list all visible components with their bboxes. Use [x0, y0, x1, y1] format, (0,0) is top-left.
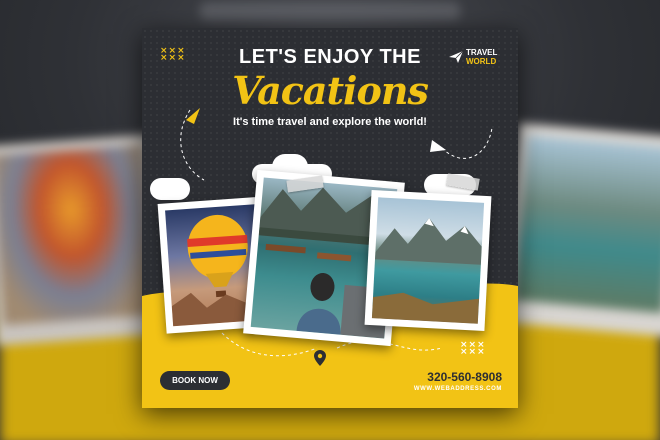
location-pin-icon [314, 350, 326, 371]
bg-blurred-photo-right [501, 122, 660, 338]
x-pattern-icon: ××× ××× [460, 340, 486, 357]
vacation-poster-card: ××× ××× TRAVEL WORLD LET'S ENJOY THE Vac… [142, 28, 518, 408]
bg-blurred-text [200, 2, 460, 20]
phone-number: 320-560-8908 [427, 370, 502, 384]
book-now-button[interactable]: BOOK NOW [160, 371, 230, 390]
cloud-left [150, 178, 190, 200]
alpine-lake-photo [364, 189, 492, 332]
website-address: WWW.WEBADDRESS.COM [413, 386, 502, 392]
